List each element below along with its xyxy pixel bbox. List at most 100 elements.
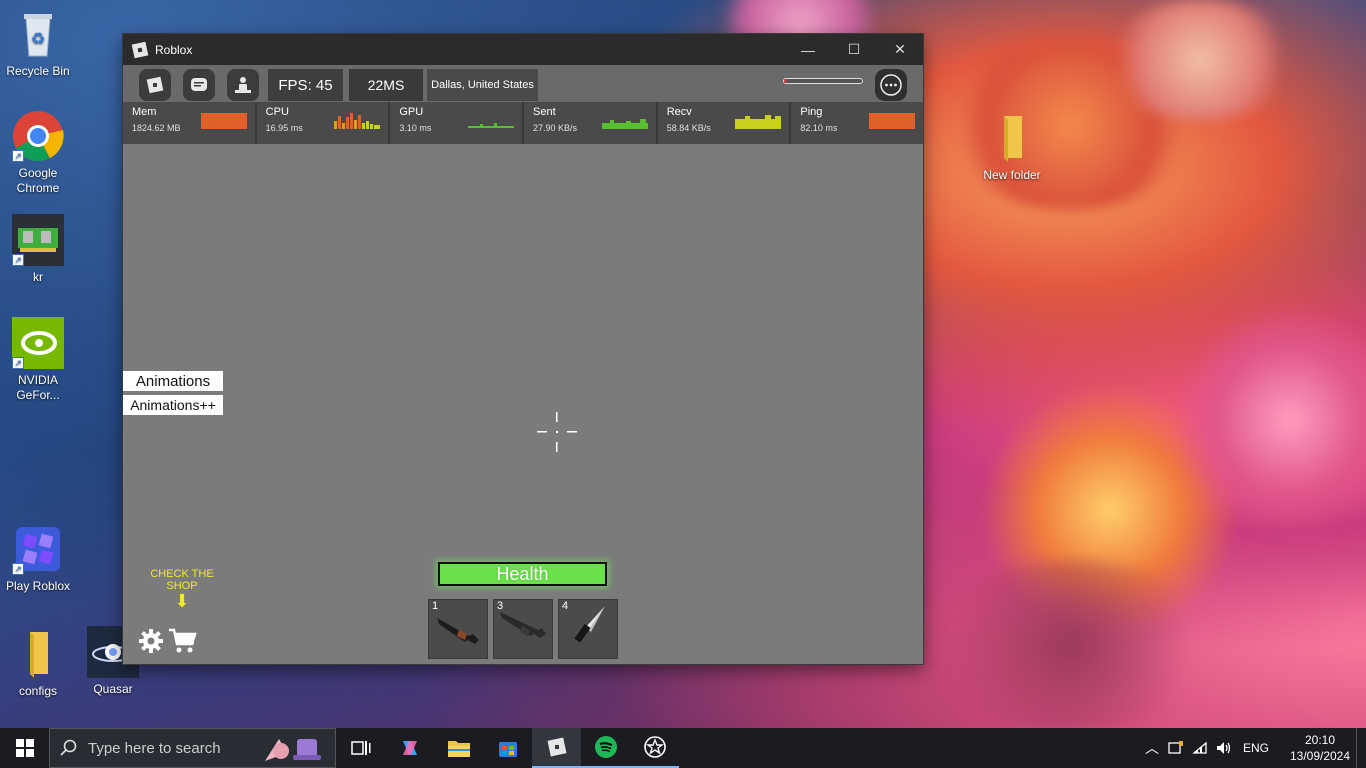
- stat-graph: [468, 123, 515, 128]
- performance-stats-bar: Mem 1824.62 MB CPU 16.95 ms GPU 3.10 ms …: [123, 102, 923, 144]
- stat-name: Ping: [800, 106, 823, 118]
- stat-value: 27.90 KB/s: [533, 123, 578, 133]
- desktop-icon-recycle-bin[interactable]: ♻ Recycle Bin: [0, 8, 76, 79]
- maximize-button[interactable]: ☐: [831, 34, 877, 65]
- desktop-icon-label: configs: [18, 684, 58, 698]
- show-desktop-button[interactable]: [1356, 728, 1366, 768]
- desktop-icon-label: Quasar: [93, 682, 133, 696]
- chevron-up-icon[interactable]: ︿: [1140, 738, 1164, 758]
- task-view-icon: [350, 741, 370, 755]
- shortcut-arrow-icon: ↗: [12, 563, 24, 575]
- folder-icon: [986, 112, 1038, 164]
- copilot-button[interactable]: [385, 728, 434, 768]
- star-app-icon: [643, 736, 666, 758]
- stat-name: CPU: [265, 106, 289, 118]
- system-tray: ︿ ENG 20:10 13/09/2024: [1140, 728, 1366, 768]
- hotbar-slot-1[interactable]: 1: [428, 599, 488, 659]
- stat-mem[interactable]: Mem 1824.62 MB: [123, 102, 257, 144]
- roblox-logo-icon: [131, 41, 149, 58]
- desktop-icon-new-folder[interactable]: New folder: [974, 112, 1050, 183]
- stat-value: 58.84 KB/s: [666, 123, 711, 133]
- spotify-button[interactable]: [581, 728, 630, 768]
- ram-chip-icon: ↗: [12, 214, 64, 266]
- stat-graph: [735, 115, 782, 129]
- stat-name: Sent: [533, 106, 556, 118]
- roblox-taskbar-button[interactable]: [532, 728, 581, 768]
- spotify-icon: [594, 736, 617, 758]
- desktop-icon-configs[interactable]: configs: [0, 628, 76, 699]
- volume-icon[interactable]: [1212, 741, 1236, 755]
- desktop-icon-kr[interactable]: ↗ kr: [0, 214, 76, 285]
- clock[interactable]: 20:10 13/09/2024: [1284, 732, 1356, 764]
- hotbar-slot-3[interactable]: 3: [493, 599, 553, 659]
- minimize-button[interactable]: —: [785, 34, 831, 65]
- window-title: Roblox: [155, 42, 193, 57]
- window-titlebar[interactable]: Roblox — ☐ ✕: [123, 34, 923, 65]
- desktop-icon-play-roblox[interactable]: ↗ Play Roblox: [0, 523, 76, 594]
- more-options-button[interactable]: [875, 69, 907, 101]
- stat-name: Mem: [132, 106, 157, 118]
- desktop-icon-label: NVIDIA GeFor...: [16, 373, 60, 402]
- shopping-cart-icon: [169, 628, 197, 653]
- store-icon: [498, 742, 517, 757]
- stat-sent[interactable]: Sent 27.90 KB/s: [524, 102, 658, 144]
- desktop-icon-google-chrome[interactable]: ↗ Google Chrome: [0, 110, 76, 196]
- shop-hint-label: CHECK THE SHOP: [150, 568, 214, 592]
- animations-plus-button[interactable]: Animations++: [123, 395, 223, 415]
- emotes-button[interactable]: [227, 69, 259, 101]
- clock-date: 13/09/2024: [1289, 749, 1351, 763]
- stat-gpu[interactable]: GPU 3.10 ms: [390, 102, 525, 144]
- search-placeholder: Type here to search: [88, 739, 221, 757]
- stat-value: 3.10 ms: [399, 123, 432, 133]
- chat-icon: [191, 78, 207, 91]
- settings-button[interactable]: [137, 627, 165, 660]
- stat-recv[interactable]: Recv 58.84 KB/s: [658, 102, 792, 144]
- shortcut-arrow-icon: ↗: [12, 254, 24, 266]
- volume-slider[interactable]: [783, 78, 863, 84]
- stat-graph: [601, 119, 648, 129]
- latency-counter: 22MS: [349, 69, 423, 101]
- roblox-menu-button[interactable]: [139, 69, 171, 101]
- svg-text:♻: ♻: [31, 31, 45, 48]
- network-icon[interactable]: [1188, 741, 1212, 755]
- health-bar: Health: [438, 562, 607, 586]
- microsoft-store-button[interactable]: [483, 728, 532, 768]
- file-explorer-button[interactable]: [434, 728, 483, 768]
- star-app-button[interactable]: [630, 728, 679, 768]
- windows-logo-icon: [15, 739, 34, 757]
- device-icon[interactable]: [1164, 740, 1188, 756]
- stat-name: GPU: [399, 106, 424, 118]
- file-explorer-icon: [447, 741, 470, 757]
- close-button[interactable]: ✕: [877, 34, 923, 65]
- chat-button[interactable]: [183, 69, 215, 101]
- desktop-icon-nvidia[interactable]: ↗ NVIDIA GeFor...: [0, 317, 76, 403]
- stat-graph: [334, 113, 381, 129]
- shop-button[interactable]: [167, 627, 197, 660]
- task-view-button[interactable]: [336, 728, 385, 768]
- avatar-emote-icon: [235, 77, 251, 93]
- roblox-window: Roblox — ☐ ✕ FPS: 45 22MS Dallas, United…: [123, 34, 923, 664]
- roblox-studio-icon: ↗: [12, 523, 64, 575]
- stat-ping[interactable]: Ping 82.10 ms: [791, 102, 923, 144]
- stat-value: 16.95 ms: [265, 123, 303, 133]
- desktop-icon-label: Play Roblox: [5, 579, 71, 593]
- stat-value: 82.10 ms: [800, 123, 838, 133]
- start-button[interactable]: [0, 728, 49, 768]
- taskbar: Type here to search ︿ ENG 20:10 13/09/20…: [0, 728, 1366, 768]
- game-viewport[interactable]: FPS: 45 22MS Dallas, United States Mem 1…: [123, 65, 923, 664]
- stat-graph: [200, 113, 247, 129]
- animations-button[interactable]: Animations: [123, 371, 223, 391]
- more-options-icon: [880, 74, 902, 96]
- search-highlight-icon: [261, 733, 327, 768]
- stat-cpu[interactable]: CPU 16.95 ms: [257, 102, 391, 144]
- shop-hint-text: CHECK THE SHOP ⬇: [143, 568, 221, 610]
- roblox-icon: [547, 737, 566, 757]
- language-indicator[interactable]: ENG: [1236, 741, 1276, 755]
- desktop-icon-label: Recycle Bin: [6, 64, 70, 78]
- taskbar-search[interactable]: Type here to search: [49, 728, 336, 768]
- shortcut-arrow-icon: ↗: [12, 150, 24, 162]
- stat-name: Recv: [666, 106, 692, 118]
- clock-time: 20:10: [1304, 733, 1336, 747]
- hotbar-slot-4[interactable]: 4: [558, 599, 618, 659]
- shortcut-arrow-icon: ↗: [12, 357, 24, 369]
